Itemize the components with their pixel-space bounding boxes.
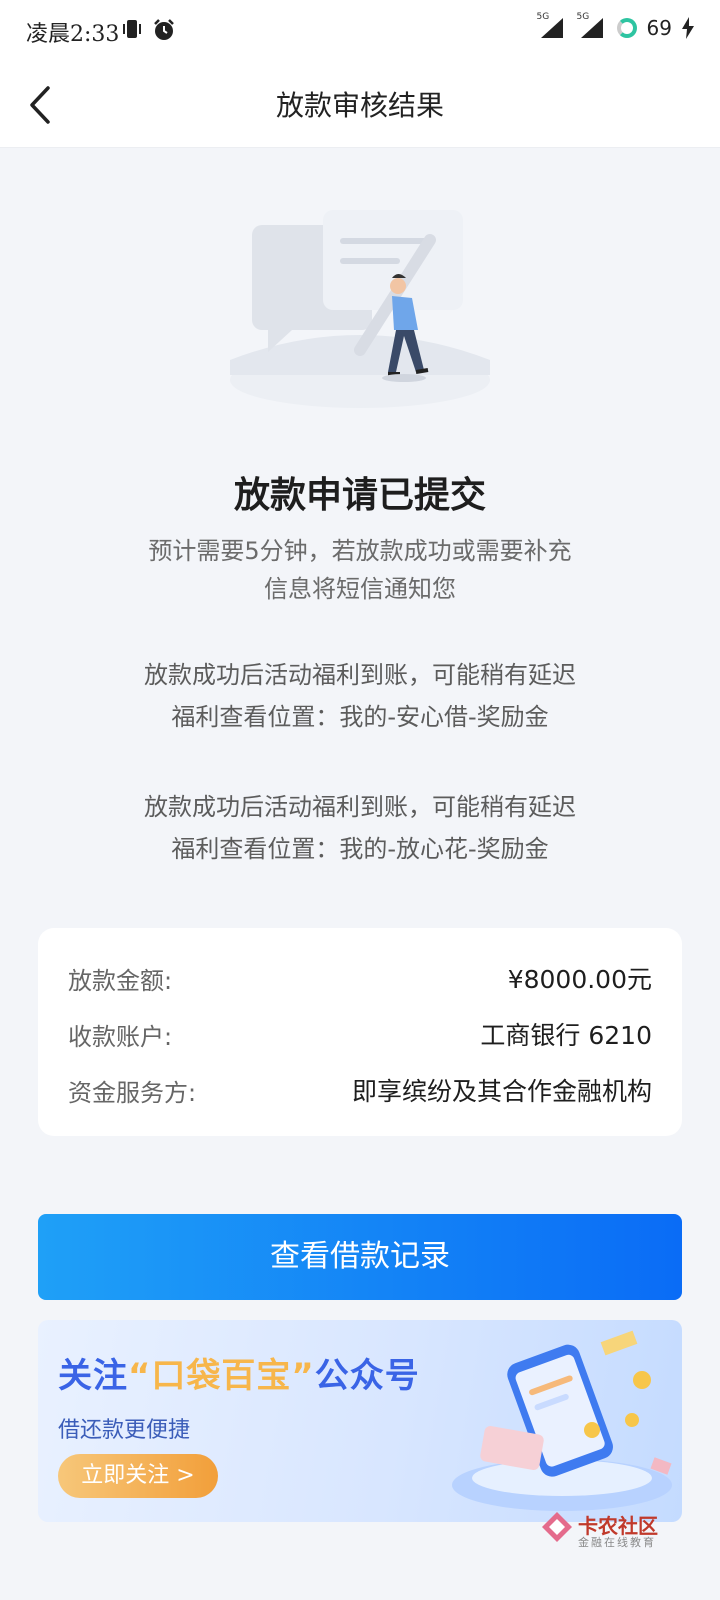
watermark-tagline: 金融在线教育 [578,1536,656,1549]
banner-title-prefix: 关注 [58,1356,128,1396]
loan-info-card: 放款金额: ¥8000.00元 收款账户: 工商银行 6210 资金服务方: 即… [38,928,682,1136]
follow-now-button[interactable]: 立即关注 > [58,1454,218,1498]
info-value: ¥8000.00元 [507,965,652,994]
page-title: 放款审核结果 [275,89,444,122]
follow-account-banner[interactable]: 关注“口袋百宝”公众号 借还款更便捷 立即关注 > [38,1320,682,1522]
info-row-account: 收款账户: 工商银行 6210 [68,1006,652,1062]
community-watermark: 卡农社区 金融在线教育 [540,1510,690,1554]
benefit-note-line: 放款成功后活动福利到账，可能稍有延迟 [144,793,576,821]
benefit-note: 放款成功后活动福利到账，可能稍有延迟 福利查看位置：我的-放心花-奖励金 [60,786,660,870]
alarm-icon [154,19,174,40]
benefit-note-line: 福利查看位置：我的-安心借-奖励金 [171,703,549,731]
nav-bar: 放款审核结果 [0,62,720,148]
signal-2-label: 5G [576,12,590,22]
battery-icon [616,18,637,38]
info-row-amount: 放款金额: ¥8000.00元 [68,950,652,1006]
phone-coins-illustration [452,1330,672,1511]
view-loan-records-button[interactable]: 查看借款记录 [38,1214,682,1300]
benefit-note-line: 放款成功后活动福利到账，可能稍有延迟 [144,661,576,689]
info-label: 放款金额: [68,966,173,995]
info-label: 资金服务方: [68,1078,197,1107]
banner-title: 关注“口袋百宝”公众号 [58,1348,420,1397]
info-value: 工商银行 6210 [480,1021,652,1050]
submitted-illustration [230,210,490,408]
info-row-funder: 资金服务方: 即享缤纷及其合作金融机构 [68,1062,652,1118]
signal-icon: 5G [577,12,607,40]
signal-1-label: 5G [536,12,550,22]
status-right: 5G 5G 69 [537,12,694,40]
info-value: 即享缤纷及其合作金融机构 [351,1077,652,1106]
result-title: 放款申请已提交 [233,475,486,516]
battery-level: 69 [646,16,672,40]
result-desc-line: 预计需要5分钟，若放款成功或需要补充 [148,537,572,565]
status-time: 凌晨2:33 [26,22,120,47]
result-description: 预计需要5分钟，若放款成功或需要补充 信息将短信通知您 [100,532,620,608]
status-bar: 凌晨2:33 5G 5G 69 [0,0,720,62]
benefit-note-line: 福利查看位置：我的-放心花-奖励金 [171,835,549,863]
banner-title-highlight: “口袋百宝” [128,1356,315,1396]
vibrate-icon [123,20,141,38]
status-left-icons [122,18,176,42]
banner-subtitle: 借还款更便捷 [58,1418,191,1443]
watermark-logo-icon [542,1512,572,1542]
benefit-note: 放款成功后活动福利到账，可能稍有延迟 福利查看位置：我的-安心借-奖励金 [60,654,660,738]
info-label: 收款账户: [68,1022,173,1051]
charging-icon [682,17,694,39]
signal-icon: 5G [537,12,567,40]
result-desc-line: 信息将短信通知您 [264,575,456,603]
